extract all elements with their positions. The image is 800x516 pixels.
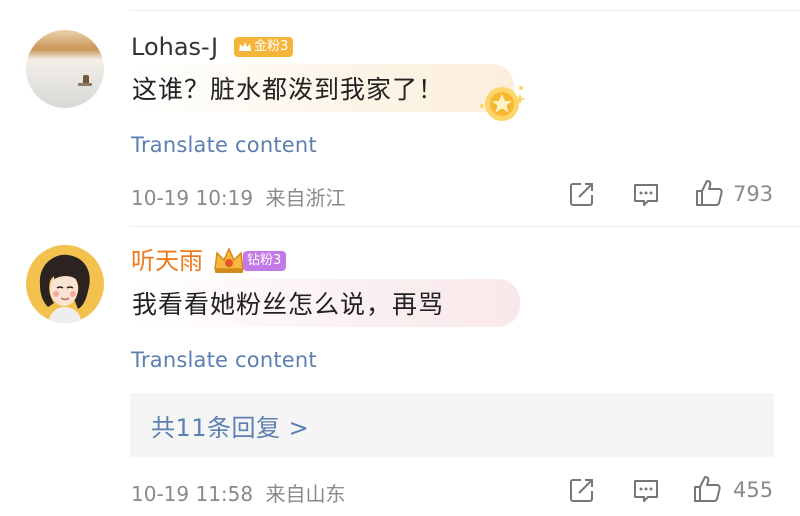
translate-link[interactable]: Translate content [131,133,317,157]
comment-location: 来自山东 [265,482,346,506]
crown-icon [239,42,251,51]
crown-icon [214,247,244,273]
username[interactable]: Lohas-J [131,33,218,61]
comment-time: 10-19 10:19 [131,186,254,210]
badge-label: 钻粉3 [247,253,282,268]
top-divider [130,10,800,11]
comment-meta: 10-19 10:19 来自浙江 [131,182,345,211]
username[interactable]: 听天雨 [131,247,203,275]
comment-text: 这谁？脏水都泼到我家了！ [132,75,445,104]
star-decoration-icon [480,86,526,121]
replies-link[interactable]: 共11条回复 > [130,393,774,457]
comment-divider [130,226,800,227]
share-icon[interactable] [568,180,596,208]
avatar[interactable] [26,245,104,323]
comment-time: 10-19 11:58 [131,482,254,506]
comment-icon[interactable] [632,181,660,209]
like-count: 455 [733,478,774,502]
comment-bubble: 这谁？脏水都泼到我家了！ [130,64,514,112]
replies-count: 共11条回复 > [151,413,310,442]
avatar[interactable] [26,30,104,108]
comment-meta: 10-19 11:58 来自山东 [131,478,345,507]
badge-label: 金粉3 [254,39,289,54]
comment-icon[interactable] [632,477,660,505]
comment-bubble: 我看看她粉丝怎么说，再骂 [130,279,520,327]
comment-location: 来自浙江 [265,186,346,210]
translate-link[interactable]: Translate content [131,348,317,372]
like-icon[interactable] [692,474,722,504]
comment-text: 我看看她粉丝怎么说，再骂 [132,290,445,319]
share-icon[interactable] [568,476,596,504]
fan-badge: 金粉3 [234,37,294,57]
like-icon[interactable] [694,178,724,208]
like-count: 793 [733,182,774,206]
fan-badge: 钻粉3 [243,251,287,271]
